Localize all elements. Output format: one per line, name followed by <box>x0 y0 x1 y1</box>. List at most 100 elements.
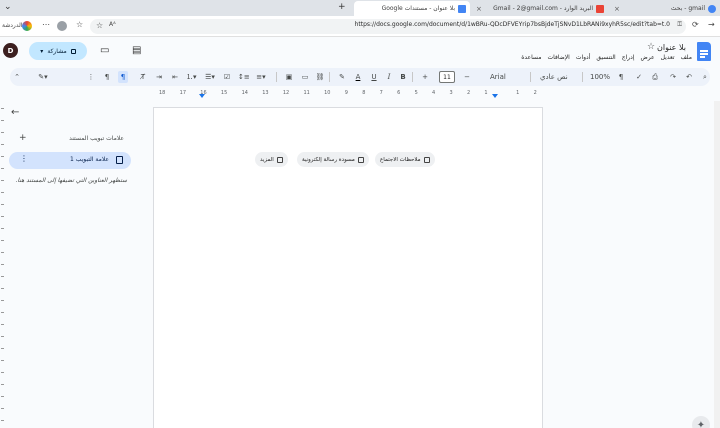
rtl-direction-icon[interactable]: ¶ <box>118 71 128 83</box>
insert-link-icon[interactable]: ⛓ <box>315 71 325 83</box>
browser-tab-docs[interactable]: بلا عنوان - مستندات Google <box>354 1 470 16</box>
numbered-list-icon[interactable]: ⒈▾ <box>186 71 197 83</box>
chevron-down-icon[interactable]: ▾ <box>40 48 43 55</box>
add-comment-icon[interactable]: ▭ <box>300 71 310 83</box>
chip-label: ملاحظات الاجتماع <box>380 156 421 163</box>
zoom-select[interactable]: 100% <box>590 71 610 83</box>
more-chip[interactable]: المزيد <box>255 152 288 167</box>
document-title[interactable]: بلا عنوان <box>657 43 686 52</box>
ltr-direction-icon[interactable]: ¶ <box>102 71 112 83</box>
line-spacing-icon[interactable]: ↕≡ <box>238 71 250 83</box>
menu-view[interactable]: عرض <box>640 54 654 61</box>
increase-indent-icon[interactable]: ⇥ <box>154 71 164 83</box>
align-icon[interactable]: ≡▾ <box>256 71 266 83</box>
print-icon[interactable]: ⎙ <box>650 71 660 83</box>
spellcheck-icon[interactable]: ✓ <box>634 71 644 83</box>
search-menus-icon[interactable]: ⌕ <box>700 71 710 83</box>
docs-favicon-icon <box>458 4 466 13</box>
menu-extensions[interactable]: الإضافات <box>547 54 569 61</box>
back-icon[interactable]: → <box>708 20 715 29</box>
add-tab-button[interactable]: + <box>19 133 27 143</box>
browser-tab-gmail-search[interactable]: gmail - بحث × <box>610 1 720 16</box>
ruler-number: 2 <box>533 90 537 96</box>
menu-format[interactable]: التنسيق <box>596 54 615 61</box>
left-indent-marker[interactable] <box>199 94 205 98</box>
text-color-button[interactable]: A <box>353 71 363 83</box>
site-info-icon[interactable]: ⚿ <box>677 21 682 29</box>
reload-icon[interactable]: ⟳ <box>692 20 699 29</box>
star-icon[interactable]: ☆ <box>647 42 655 52</box>
close-tab-icon[interactable]: × <box>476 5 482 13</box>
email-draft-chip[interactable]: مسودة رسالة إلكترونية <box>297 152 369 167</box>
underline-button[interactable]: U <box>369 71 379 83</box>
increase-font-button[interactable]: + <box>420 71 430 83</box>
more-icon[interactable]: ⋯ <box>42 20 50 29</box>
decrease-indent-icon[interactable]: ⇤ <box>170 71 180 83</box>
horizontal-ruler[interactable]: 18 17 16 15 14 13 12 11 10 9 8 7 6 5 4 3 2 1 1 2 <box>153 90 543 100</box>
ruler-tick <box>1 240 4 241</box>
style-select[interactable]: نص عادي <box>540 71 568 83</box>
favorites-icon[interactable]: ☆ <box>76 20 83 29</box>
browser-tab-strip: ⌄ gmail - بحث × البريد الوارد - Gmail - … <box>0 0 720 16</box>
back-arrow-icon[interactable]: ← <box>11 107 19 118</box>
ruler-tick <box>1 192 4 193</box>
new-tab-button[interactable]: + <box>338 2 346 12</box>
more-templates-icon <box>276 156 283 163</box>
explore-icon[interactable]: ✦ <box>692 416 710 428</box>
meeting-notes-chip[interactable]: ملاحظات الاجتماع <box>375 152 435 167</box>
menu-edit[interactable]: تعديل <box>661 54 675 61</box>
tab-title: البريد الوارد - Gmail - 2@gmail.com <box>493 5 593 12</box>
read-aloud-icon[interactable]: Aᴬ <box>109 21 116 28</box>
address-bar[interactable]: ☆ Aᴬ https://docs.google.com/document/d/… <box>90 19 686 34</box>
ruler-number: 7 <box>379 90 383 96</box>
docs-logo-icon[interactable] <box>697 42 711 61</box>
ruler-tick <box>1 288 4 289</box>
menu-file[interactable]: ملف <box>681 54 692 61</box>
sidebar-item-tab-1[interactable]: علامة التبويب 1 ⋮ <box>9 152 131 169</box>
collapse-toolbar-icon[interactable]: ⌃ <box>12 71 22 83</box>
browser-tab-gmail-inbox[interactable]: البريد الوارد - Gmail - 2@gmail.com × <box>472 1 608 16</box>
ruler-number: 8 <box>362 90 366 96</box>
decrease-font-button[interactable]: − <box>462 71 472 83</box>
right-indent-marker[interactable] <box>492 94 498 98</box>
copilot-icon[interactable] <box>22 21 32 31</box>
tab-search-icon[interactable]: ⌄ <box>4 2 12 12</box>
redo-icon[interactable]: ↷ <box>668 71 678 83</box>
ruler-tick <box>1 120 4 121</box>
close-tab-icon[interactable]: × <box>614 5 620 13</box>
share-button[interactable]: ▾ مشاركة <box>29 42 87 60</box>
document-page[interactable]: ملاحظات الاجتماع مسودة رسالة إلكترونية ا… <box>153 107 543 428</box>
ruler-tick <box>1 276 4 277</box>
menu-tools[interactable]: أدوات <box>576 54 591 61</box>
insert-image-icon[interactable]: ▣ <box>284 71 294 83</box>
ruler-tick <box>1 204 4 205</box>
ruler-tick <box>1 336 4 337</box>
ruler-tick <box>1 132 4 133</box>
chat-sidebar-label[interactable]: الدردشة <box>2 22 22 29</box>
clear-formatting-icon[interactable]: T̸ <box>138 71 148 83</box>
font-size-input[interactable]: 11 <box>439 71 455 83</box>
add-favorite-star-icon[interactable]: ☆ <box>96 21 103 30</box>
comments-icon[interactable]: ▤ <box>132 45 141 56</box>
profile-avatar[interactable] <box>57 21 67 31</box>
ruler-number: 9 <box>344 90 348 96</box>
meet-video-icon[interactable]: ▭ <box>100 45 109 56</box>
font-select[interactable]: Arial <box>490 71 506 83</box>
paint-format-icon[interactable]: ¶ <box>616 71 626 83</box>
tab-options-icon[interactable]: ⋮ <box>20 154 28 163</box>
vertical-scrollbar[interactable] <box>714 101 720 428</box>
ruler-tick <box>1 264 4 265</box>
menu-help[interactable]: مساعدة <box>521 54 541 61</box>
bulleted-list-icon[interactable]: ☰▾ <box>205 71 215 83</box>
editing-mode-icon[interactable]: ✎▾ <box>38 71 48 83</box>
checklist-icon[interactable]: ☑ <box>222 71 232 83</box>
highlight-icon[interactable]: ✎ <box>337 71 347 83</box>
italic-button[interactable]: I <box>384 71 394 83</box>
more-options-icon[interactable]: ⋮ <box>86 71 96 83</box>
account-avatar[interactable]: D <box>3 43 18 58</box>
ruler-tick <box>1 108 4 109</box>
bold-button[interactable]: B <box>398 71 408 83</box>
undo-icon[interactable]: ↶ <box>684 71 694 83</box>
menu-insert[interactable]: إدراج <box>622 54 635 61</box>
chip-label: مسودة رسالة إلكترونية <box>302 156 355 163</box>
